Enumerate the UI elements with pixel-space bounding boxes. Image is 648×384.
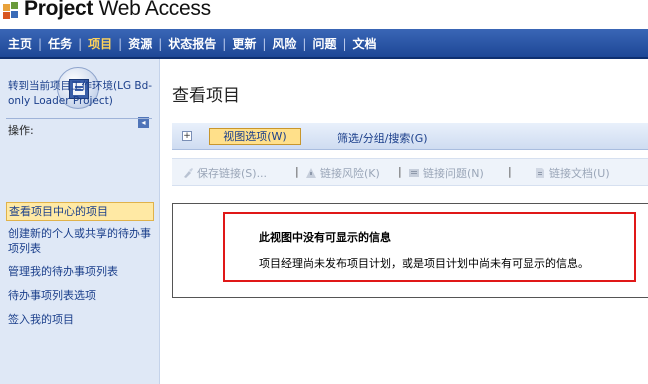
- sidebar-link-create-todo[interactable]: 创建新的个人或共享的待办事项列表: [8, 226, 152, 256]
- top-navigation: 主页 | 任务 | 项目 | 资源 | 状态报告 | 更新 | 风险 | 问题 | 文档: [0, 29, 648, 59]
- document-icon: [534, 167, 546, 179]
- link-issue-button[interactable]: 链接问题(N): [408, 165, 484, 181]
- nav-documents[interactable]: 文档: [353, 37, 377, 51]
- nav-updates[interactable]: 更新: [232, 37, 256, 51]
- save-link-icon: [182, 167, 194, 179]
- sidebar-link-view-projects[interactable]: 查看项目中心的项目: [6, 202, 154, 221]
- nav-status-reports[interactable]: 状态报告: [168, 37, 216, 51]
- view-toolbar: + 视图选项(W) 筛选/分组/搜索(G): [172, 123, 648, 150]
- app-title: Project Web Access: [24, 0, 211, 20]
- empty-view-title: 此视图中没有可显示的信息: [259, 231, 391, 244]
- action-toolbar: 保存链接(S)... | 链接风险(K) | 链接问题(N) | 链接文档(U): [172, 158, 648, 186]
- nav-home[interactable]: 主页: [8, 37, 32, 51]
- operations-label: 操作:: [8, 124, 34, 137]
- filter-group-search-tab[interactable]: 筛选/分组/搜索(G): [337, 130, 428, 146]
- nav-risks[interactable]: 风险: [272, 37, 296, 51]
- nav-tasks[interactable]: 任务: [48, 37, 72, 51]
- issue-icon: [408, 167, 420, 179]
- project-logo-icon: [3, 2, 19, 20]
- logo-bar: Project Web Access: [0, 0, 648, 29]
- nav-issues[interactable]: 问题: [312, 37, 336, 51]
- nav-resources[interactable]: 资源: [128, 37, 152, 51]
- sidebar-link-checkin[interactable]: 签入我的项目: [8, 312, 152, 327]
- nav-projects[interactable]: 项目: [88, 37, 112, 51]
- empty-view-message-box: [223, 212, 636, 282]
- save-link-button[interactable]: 保存链接(S)...: [182, 165, 267, 181]
- link-document-button[interactable]: 链接文档(U): [534, 165, 610, 181]
- risk-icon: [305, 167, 317, 179]
- sidebar-divider: [6, 118, 152, 119]
- link-risk-button[interactable]: 链接风险(K): [305, 165, 380, 181]
- page-title: 查看项目: [172, 86, 240, 106]
- sidebar-link-manage-todo[interactable]: 管理我的待办事项列表: [8, 264, 152, 279]
- sidebar-link-todo-options[interactable]: 待办事项列表选项: [8, 288, 152, 303]
- view-options-tab[interactable]: 视图选项(W): [209, 128, 301, 145]
- sidebar-env-link[interactable]: 转到当前项目工作环境(LG Bd-only Loader Project): [8, 79, 154, 109]
- empty-view-body: 项目经理尚未发布项目计划，或是项目计划中尚未有可显示的信息。: [259, 257, 589, 270]
- expand-icon[interactable]: +: [182, 131, 192, 141]
